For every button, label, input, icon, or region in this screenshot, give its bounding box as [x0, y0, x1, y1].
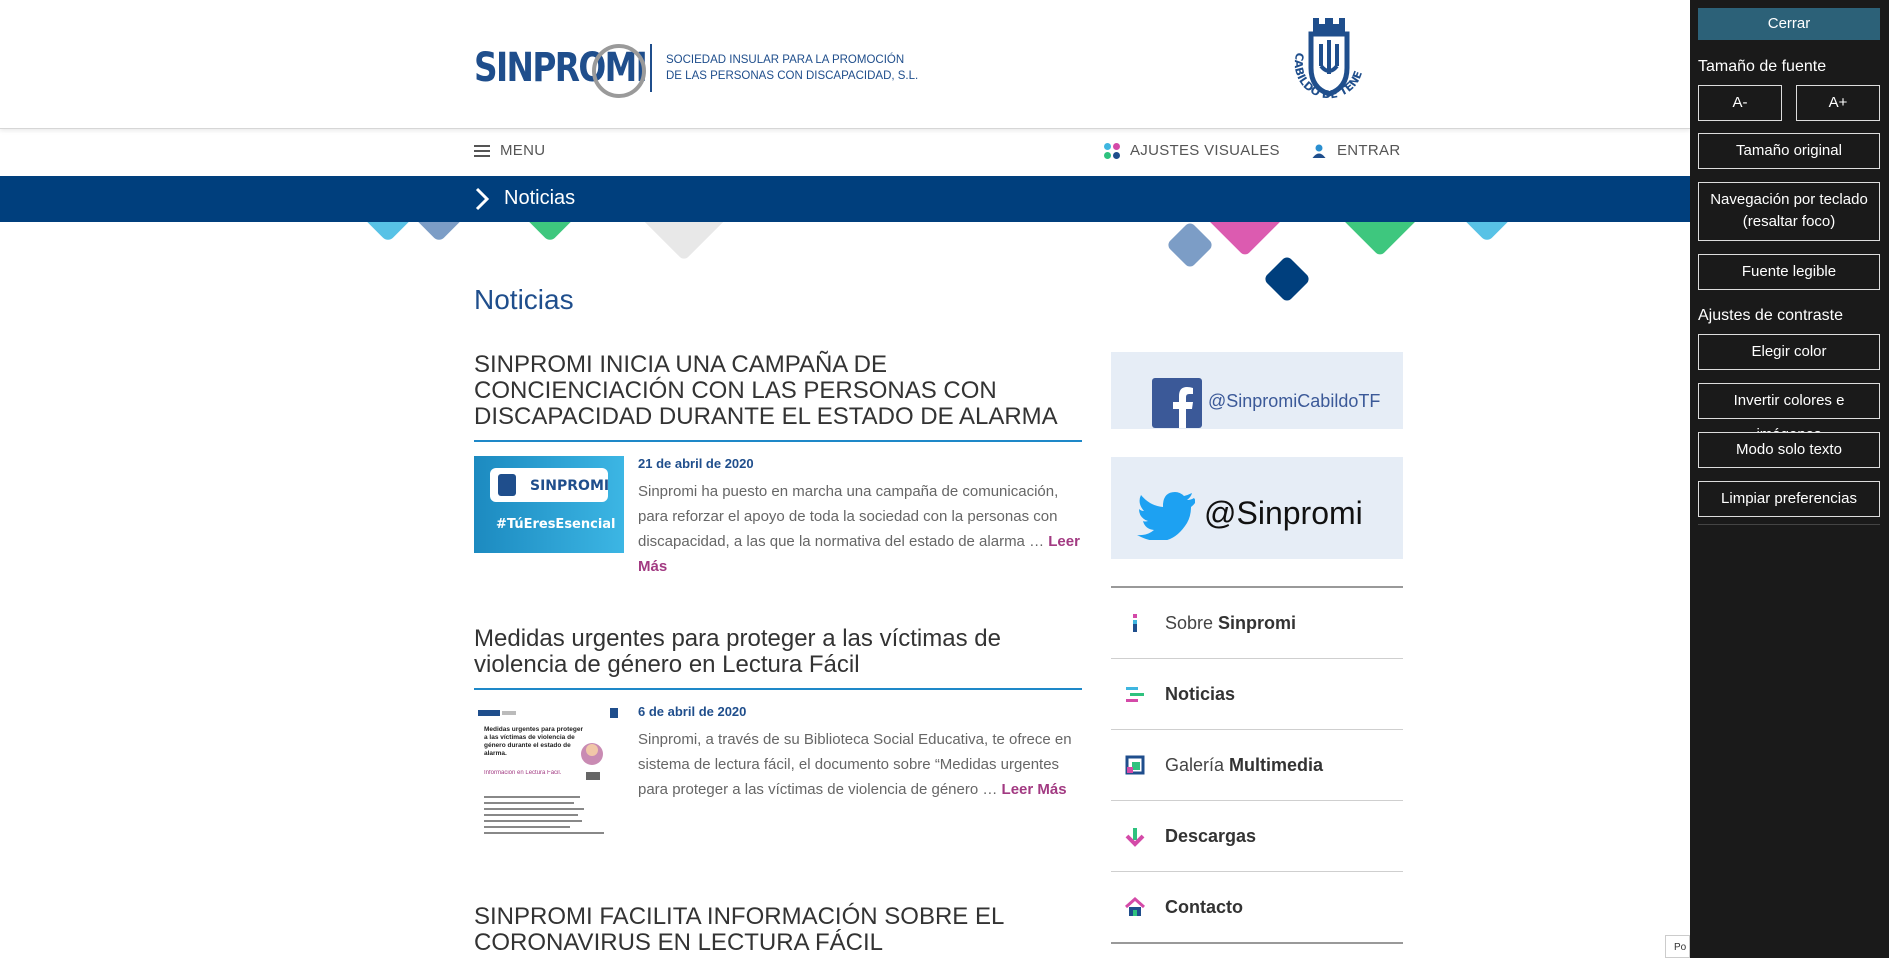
sidebar-menu: Sobre Sinpromi Noticias Galería Multimed…: [1111, 586, 1403, 944]
article-body: Medidas urgentes para proteger a las víc…: [474, 704, 1082, 844]
sidebar-item-label: Galería Multimedia: [1165, 754, 1324, 775]
read-more-link[interactable]: Leer Más: [1002, 781, 1067, 798]
page-title: Noticias: [474, 284, 574, 315]
facebook-banner[interactable]: @SinpromiCabildoTF: [1111, 352, 1403, 429]
article-text: 21 de abril de 2020 Sinpromi ha puesto e…: [638, 456, 1082, 579]
download-icon: [1125, 828, 1145, 847]
increase-font-button[interactable]: A+: [1796, 85, 1880, 121]
sidebar-item-sobre-sinpromi[interactable]: Sobre Sinpromi: [1111, 588, 1403, 659]
logo-ring-icon: [592, 44, 646, 98]
cabildo-de-tenerife-logo[interactable]: CABILDO DE TENERIFE: [1281, 2, 1373, 118]
color-dots-icon: [1104, 142, 1120, 159]
facebook-icon: [1152, 378, 1202, 428]
logo-divider: [650, 44, 652, 92]
news-article: SINPROMI FACILITA INFORMACIÓN SOBRE EL C…: [474, 904, 1082, 966]
breadcrumb-current: Noticias: [504, 187, 576, 209]
sidebar-item-label: Noticias: [1165, 683, 1236, 704]
article-excerpt: Sinpromi ha puesto en marcha una campaña…: [638, 479, 1082, 579]
logo-subtitle-line-2: DE LAS PERSONAS CON DISCAPACIDAD, S.L.: [666, 70, 919, 82]
menu-label: MENU: [500, 142, 546, 159]
cabildo-seal-icon: CABILDO DE TENERIFE: [1281, 2, 1365, 101]
info-icon: [1133, 614, 1137, 632]
sidebar-item-label: Contacto: [1165, 896, 1243, 917]
news-article: SINPROMI INICIA UNA CAMPAÑA DE CONCIENCI…: [474, 352, 1082, 579]
decorative-diamonds: [0, 222, 1690, 322]
clear-preferences-button[interactable]: Limpiar preferencias: [1698, 481, 1880, 517]
accessibility-panel: Cerrar Tamaño de fuente A- A+ Tamaño ori…: [1690, 0, 1889, 958]
article-title[interactable]: SINPROMI FACILITA INFORMACIÓN SOBRE EL C…: [474, 904, 1082, 966]
panel-divider: [1698, 524, 1880, 525]
decrease-font-button[interactable]: A-: [1698, 85, 1782, 121]
sidebar-item-contacto[interactable]: Contacto: [1111, 872, 1403, 944]
site-header: SINPROMI SOCIEDAD INSULAR PARA LA PROMOC…: [0, 0, 1690, 129]
close-panel-button[interactable]: Cerrar: [1698, 8, 1880, 40]
thumbnail-heading: Medidas urgentes para proteger a las víc…: [484, 726, 583, 757]
document-thumbnail-image: Medidas urgentes para proteger a las víc…: [474, 704, 624, 844]
login-button[interactable]: ENTRAR: [1311, 142, 1400, 159]
hamburger-icon: [474, 144, 490, 157]
facebook-handle: @SinpromiCabildoTF: [1208, 391, 1381, 411]
menu-button[interactable]: MENU: [474, 142, 545, 159]
twitter-icon: [1137, 492, 1195, 540]
sidebar-item-descargas[interactable]: Descargas: [1111, 801, 1403, 872]
invert-colors-button[interactable]: Invertir colores e imágenes: [1698, 383, 1880, 443]
top-nav: MENU AJUSTES VISUALES ENTRAR: [0, 129, 1690, 175]
sidebar-item-label: Descargas: [1165, 825, 1257, 846]
article-body: SINPROMI #TúEresEsencial 21 de abril de …: [474, 456, 1082, 579]
readable-font-button[interactable]: Fuente legible: [1698, 254, 1880, 290]
chevron-right-icon: [475, 187, 490, 211]
article-excerpt: Sinpromi, a través de su Biblioteca Soci…: [638, 727, 1082, 802]
visual-settings-label: AJUSTES VISUALES: [1130, 142, 1280, 159]
article-date: 21 de abril de 2020: [638, 456, 754, 471]
login-label: ENTRAR: [1337, 142, 1401, 159]
visual-settings-button[interactable]: AJUSTES VISUALES: [1104, 142, 1280, 159]
article-thumbnail[interactable]: Medidas urgentes para proteger a las víc…: [474, 704, 624, 849]
user-icon: [1312, 144, 1326, 158]
twitter-banner[interactable]: @Sinpromi: [1111, 457, 1403, 559]
keyboard-navigation-button[interactable]: Navegación por teclado (resaltar foco): [1698, 182, 1880, 241]
sinpromi-logo[interactable]: SINPROMI SOCIEDAD INSULAR PARA LA PROMOC…: [474, 40, 918, 98]
excerpt-text: Sinpromi ha puesto en marcha una campaña…: [638, 483, 1059, 550]
article-title[interactable]: Medidas urgentes para proteger a las víc…: [474, 626, 1082, 690]
breadcrumb: Noticias: [0, 176, 1690, 222]
home-icon: [1125, 896, 1145, 916]
font-size-heading: Tamaño de fuente: [1698, 58, 1827, 75]
article-date: 6 de abril de 2020: [638, 704, 747, 719]
contrast-heading: Ajustes de contraste: [1698, 307, 1843, 324]
sidebar: @SinpromiCabildoTF @Sinpromi Sobre Sinpr…: [1111, 352, 1403, 944]
thumbnail-hashtag: #TúEresEsencial: [496, 517, 616, 532]
thumbnail-logo-text: SINPROMI: [530, 478, 609, 494]
sidebar-item-galeria-multimedia[interactable]: Galería Multimedia: [1111, 730, 1403, 801]
article-text: 6 de abril de 2020 Sinpromi, a través de…: [638, 704, 1082, 802]
sidebar-item-label: Sobre Sinpromi: [1165, 612, 1297, 633]
thumbnail-subheading: Información en Lectura Fácil.: [484, 770, 562, 776]
news-article: Medidas urgentes para proteger a las víc…: [474, 626, 1082, 844]
campaign-thumbnail-image: SINPROMI #TúEresEsencial: [474, 456, 624, 553]
sidebar-item-noticias[interactable]: Noticias: [1111, 659, 1403, 730]
gallery-icon: [1125, 755, 1145, 775]
logo-subtitle-line-1: SOCIEDAD INSULAR PARA LA PROMOCIÓN: [666, 54, 905, 66]
corner-badge[interactable]: Po: [1665, 935, 1690, 958]
choose-color-button[interactable]: Elegir color: [1698, 334, 1880, 370]
diamonds-graphic: [361, 222, 1514, 301]
article-thumbnail[interactable]: SINPROMI #TúEresEsencial: [474, 456, 624, 558]
logo-subtitle: SOCIEDAD INSULAR PARA LA PROMOCIÓN DE LA…: [666, 52, 996, 84]
twitter-handle: @Sinpromi: [1204, 495, 1363, 531]
article-title[interactable]: SINPROMI INICIA UNA CAMPAÑA DE CONCIENCI…: [474, 352, 1082, 442]
text-only-button[interactable]: Modo solo texto: [1698, 432, 1880, 468]
news-icon: [1126, 687, 1144, 702]
original-size-button[interactable]: Tamaño original: [1698, 133, 1880, 169]
